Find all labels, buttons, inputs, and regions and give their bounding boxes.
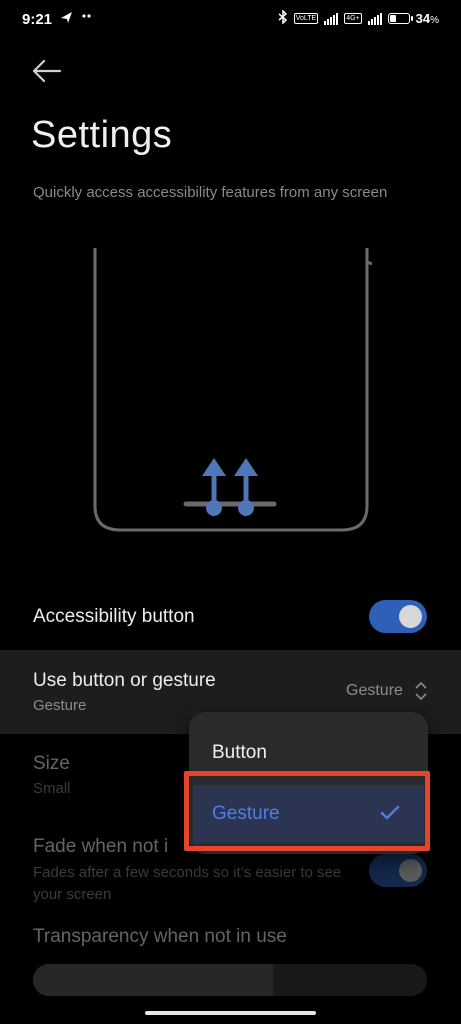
- battery-icon: [387, 13, 413, 24]
- notification-icons: [61, 12, 91, 23]
- network-4g-badge: 4G+: [344, 13, 362, 24]
- bluetooth-icon: [278, 9, 288, 27]
- location-icon: [60, 11, 94, 28]
- accessibility-button-toggle[interactable]: [369, 600, 427, 633]
- use-button-or-gesture-value: Gesture: [33, 697, 87, 714]
- battery-fill: [389, 15, 396, 22]
- transparency-slider[interactable]: [33, 964, 427, 996]
- transparency-label: Transparency when not in use: [33, 926, 287, 947]
- signal-icon-2: [367, 12, 382, 25]
- transparency-slider-fill: [33, 964, 274, 996]
- toggle-knob: [399, 859, 422, 882]
- battery-percent-unit: %: [430, 15, 439, 26]
- chevron-up-down-icon[interactable]: [414, 680, 428, 702]
- accessibility-button-label: Accessibility button: [33, 606, 195, 627]
- battery-percent: 34%: [416, 11, 439, 26]
- page-subtitle: Quickly access accessibility features fr…: [33, 184, 388, 201]
- gesture-illustration: [90, 246, 373, 536]
- fade-label: Fade when not i: [33, 836, 169, 857]
- size-label: Size: [33, 753, 70, 774]
- size-value: Small: [33, 780, 71, 797]
- use-button-or-gesture-label: Use button or gesture: [33, 670, 216, 691]
- back-arrow-icon[interactable]: [30, 56, 64, 86]
- option-button-label: Button: [212, 742, 267, 763]
- battery-percent-value: 34: [415, 11, 431, 26]
- toggle-knob: [399, 605, 422, 628]
- status-right-icons: VoLTE 4G+ 34%: [278, 9, 439, 27]
- status-bar: 9:21 VoLTE 4G+ 34%: [0, 0, 461, 40]
- home-indicator[interactable]: [145, 1011, 316, 1015]
- fade-toggle[interactable]: [369, 854, 427, 887]
- signal-icon: [324, 12, 339, 25]
- highlight-frame: [184, 771, 430, 851]
- volte-badge: VoLTE: [293, 13, 319, 24]
- page-title: Settings: [31, 114, 173, 156]
- gesture-selector-value[interactable]: Gesture: [346, 682, 403, 700]
- fade-description: Fades after a few seconds so it’s easier…: [33, 864, 342, 903]
- status-time: 9:21: [22, 11, 53, 28]
